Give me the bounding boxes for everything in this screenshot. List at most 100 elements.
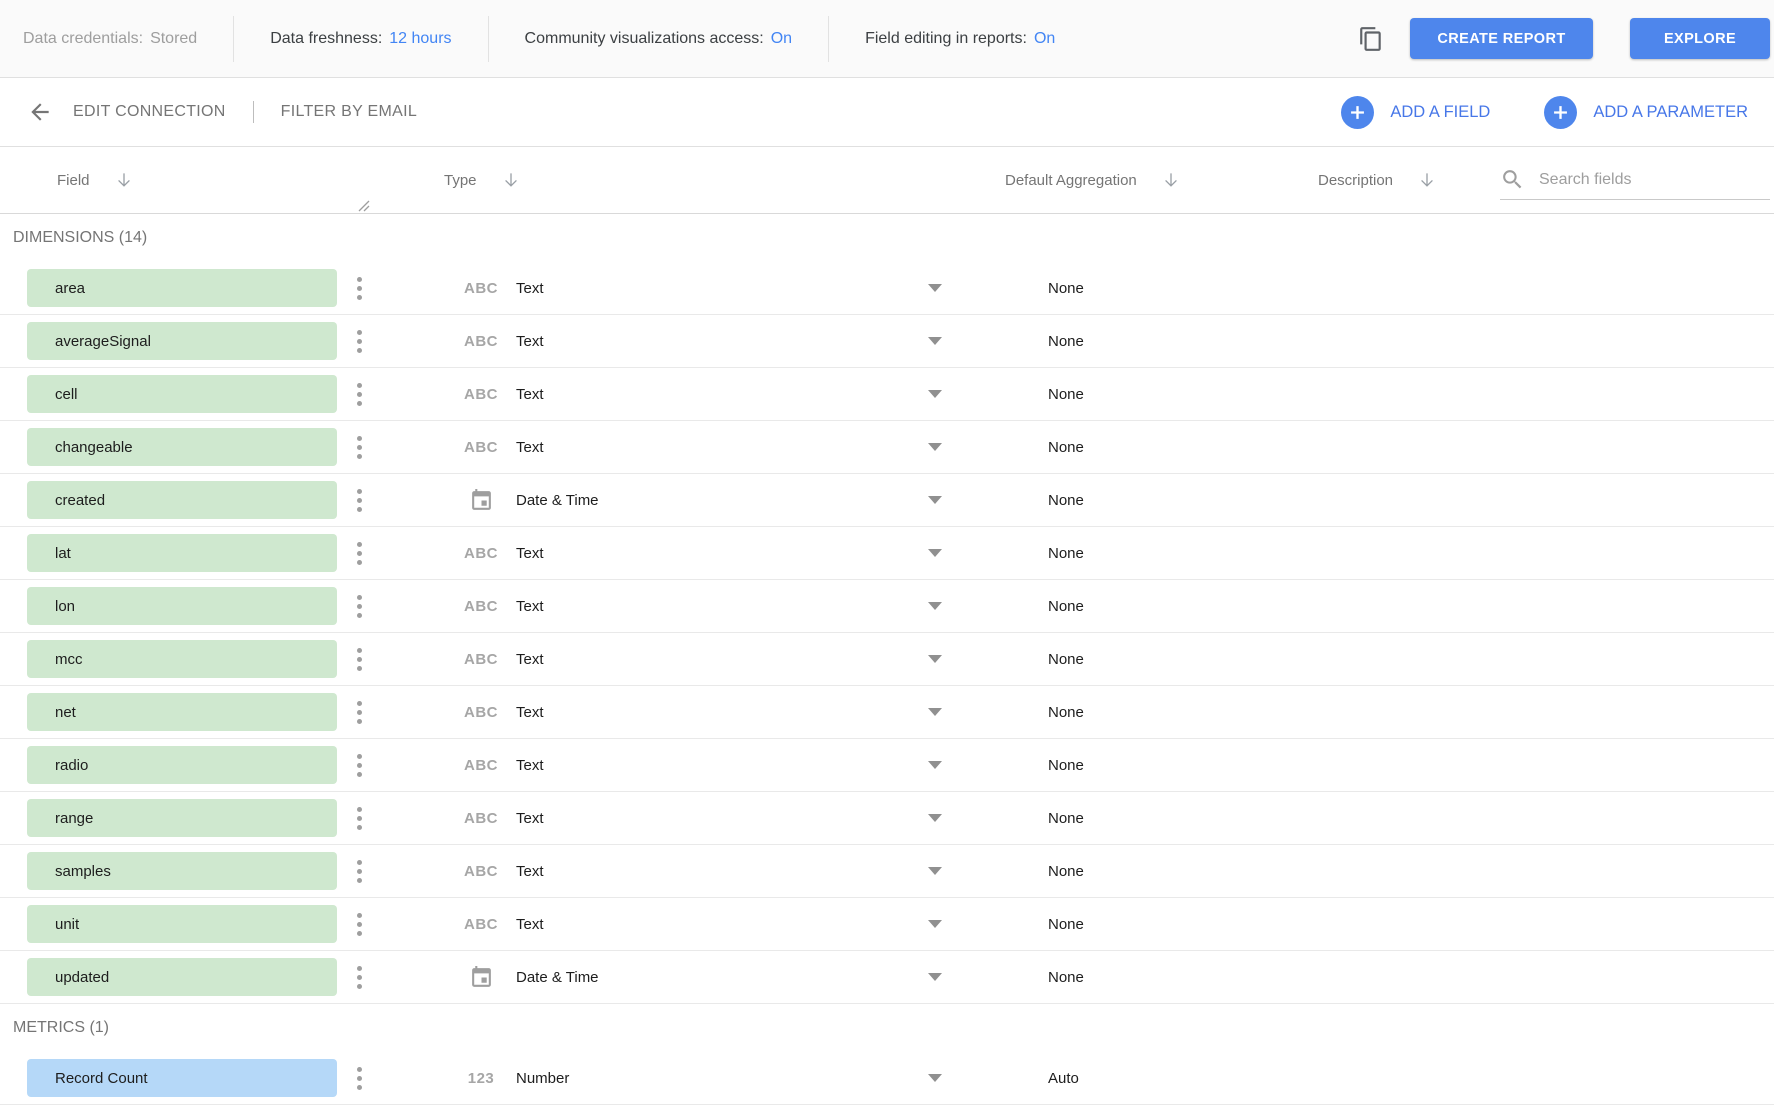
field-chip[interactable]: range (27, 799, 337, 837)
field-menu-icon[interactable] (356, 489, 362, 512)
add-a-parameter-button[interactable]: ADD A PARAMETER (1544, 96, 1748, 129)
data-credentials-value[interactable]: Stored (150, 30, 197, 48)
aggregation-value: None (1048, 810, 1084, 827)
sort-description-icon[interactable] (1417, 170, 1437, 190)
field-menu-icon[interactable] (356, 701, 362, 724)
dropdown-arrow-icon (928, 496, 942, 504)
dropdown-arrow-icon (928, 1074, 942, 1082)
type-label: Text (516, 439, 544, 456)
field-chip[interactable]: changeable (27, 428, 337, 466)
type-select[interactable]: Text (516, 916, 942, 933)
community-viz-value[interactable]: On (771, 30, 792, 48)
field-chip[interactable]: mcc (27, 640, 337, 678)
dropdown-arrow-icon (928, 443, 942, 451)
type-select[interactable]: Number (516, 1070, 942, 1087)
field-column-resize-handle[interactable] (358, 199, 370, 216)
copy-icon[interactable] (1354, 22, 1388, 56)
field-chip[interactable]: Record Count (27, 1059, 337, 1097)
type-select[interactable]: Text (516, 598, 942, 615)
field-menu-icon[interactable] (356, 595, 362, 618)
field-editing-value[interactable]: On (1034, 30, 1055, 48)
status-bar: Data credentials: Stored Data freshness:… (0, 0, 1774, 78)
field-menu-icon[interactable] (356, 754, 362, 777)
type-label: Text (516, 598, 544, 615)
sort-type-icon[interactable] (501, 170, 521, 190)
field-chip[interactable]: net (27, 693, 337, 731)
field-chip[interactable]: lon (27, 587, 337, 625)
type-select[interactable]: Date & Time (516, 492, 942, 509)
field-chip[interactable]: radio (27, 746, 337, 784)
aggregation-column-label: Default Aggregation (1005, 172, 1137, 189)
aggregation-value: None (1048, 916, 1084, 933)
type-label: Text (516, 810, 544, 827)
field-menu-icon[interactable] (356, 860, 362, 883)
type-select[interactable]: Text (516, 704, 942, 721)
table-row: mccABCTextNone (0, 633, 1774, 686)
type-select[interactable]: Text (516, 863, 942, 880)
type-select[interactable]: Text (516, 757, 942, 774)
plus-icon (1341, 96, 1374, 129)
type-select[interactable]: Text (516, 810, 942, 827)
type-select[interactable]: Text (516, 280, 942, 297)
abc-icon: ABC (458, 810, 504, 827)
type-select[interactable]: Text (516, 545, 942, 562)
type-label: Date & Time (516, 492, 599, 509)
status-community-viz: Community visualizations access: On (489, 16, 830, 62)
calendar-icon (458, 488, 504, 513)
type-select[interactable]: Text (516, 333, 942, 350)
field-list: DIMENSIONS (14)areaABCTextNoneaverageSig… (0, 214, 1774, 1105)
sort-aggregation-icon[interactable] (1161, 170, 1181, 190)
status-field-editing: Field editing in reports: On (829, 16, 1091, 62)
back-arrow-icon[interactable] (27, 99, 53, 125)
data-credentials-label: Data credentials: (23, 30, 143, 48)
field-menu-icon[interactable] (356, 1067, 362, 1090)
aggregation-value: None (1048, 386, 1084, 403)
field-menu-icon[interactable] (356, 913, 362, 936)
field-chip[interactable]: cell (27, 375, 337, 413)
dropdown-arrow-icon (928, 708, 942, 716)
field-editing-label: Field editing in reports: (865, 30, 1027, 48)
table-row: netABCTextNone (0, 686, 1774, 739)
explore-button[interactable]: EXPLORE (1630, 18, 1770, 59)
type-select[interactable]: Text (516, 386, 942, 403)
toolbar-right-actions: ADD A FIELD ADD A PARAMETER (1341, 96, 1748, 129)
field-menu-icon[interactable] (356, 277, 362, 300)
search-input[interactable] (1539, 171, 1770, 189)
data-freshness-value[interactable]: 12 hours (389, 30, 451, 48)
dropdown-arrow-icon (928, 390, 942, 398)
aggregation-value: None (1048, 598, 1084, 615)
filter-by-email-link[interactable]: FILTER BY EMAIL (281, 103, 417, 121)
field-chip[interactable]: updated (27, 958, 337, 996)
dropdown-arrow-icon (928, 761, 942, 769)
field-menu-icon[interactable] (356, 966, 362, 989)
toolbar-divider (253, 101, 254, 123)
type-label: Text (516, 333, 544, 350)
field-chip[interactable]: lat (27, 534, 337, 572)
sort-field-icon[interactable] (114, 170, 134, 190)
table-row: latABCTextNone (0, 527, 1774, 580)
field-menu-icon[interactable] (356, 648, 362, 671)
type-select[interactable]: Text (516, 651, 942, 668)
search-fields-box (1500, 160, 1770, 200)
field-chip[interactable]: area (27, 269, 337, 307)
plus-icon (1544, 96, 1577, 129)
field-menu-icon[interactable] (356, 436, 362, 459)
add-a-field-button[interactable]: ADD A FIELD (1341, 96, 1490, 129)
aggregation-value: None (1048, 757, 1084, 774)
field-menu-icon[interactable] (356, 542, 362, 565)
table-row: averageSignalABCTextNone (0, 315, 1774, 368)
field-menu-icon[interactable] (356, 330, 362, 353)
field-chip[interactable]: unit (27, 905, 337, 943)
field-chip[interactable]: samples (27, 852, 337, 890)
edit-connection-link[interactable]: EDIT CONNECTION (73, 103, 226, 121)
field-menu-icon[interactable] (356, 807, 362, 830)
type-label: Text (516, 651, 544, 668)
status-data-freshness: Data freshness: 12 hours (234, 16, 488, 62)
type-select[interactable]: Date & Time (516, 969, 942, 986)
field-menu-icon[interactable] (356, 383, 362, 406)
field-chip[interactable]: created (27, 481, 337, 519)
type-select[interactable]: Text (516, 439, 942, 456)
field-column-header: Field (57, 170, 134, 190)
field-chip[interactable]: averageSignal (27, 322, 337, 360)
create-report-button[interactable]: CREATE REPORT (1410, 18, 1593, 59)
